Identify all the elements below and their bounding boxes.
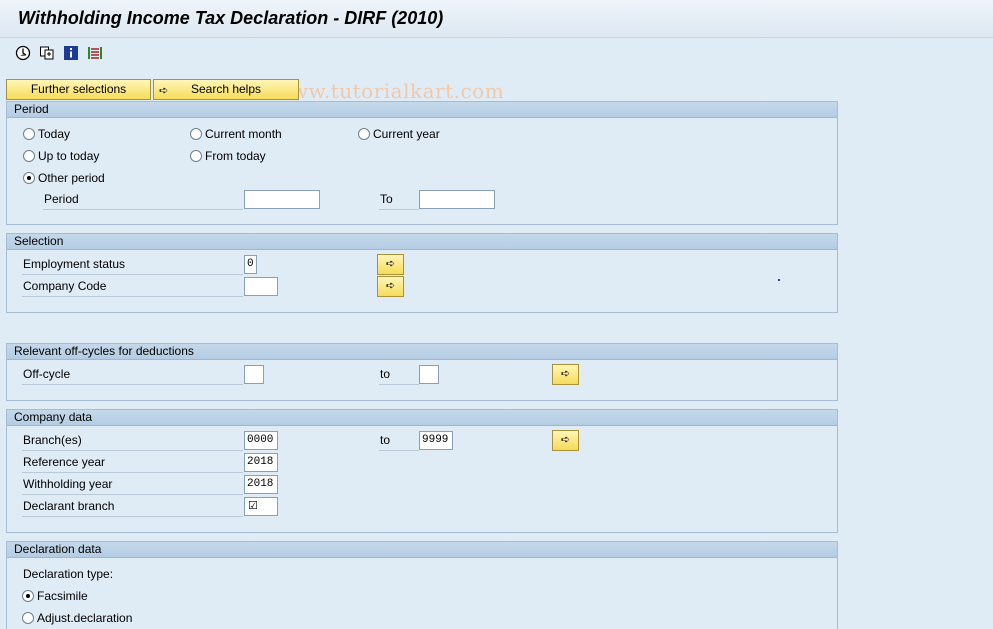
dot-marker	[778, 279, 780, 281]
offcycles-header: Relevant off-cycles for deductions	[7, 344, 837, 360]
radio-up-to-today-label: Up to today	[38, 149, 100, 163]
further-selections-label: Further selections	[30, 82, 127, 96]
radio-up-to-today[interactable]: Up to today	[23, 148, 99, 164]
period-from-input[interactable]	[244, 190, 320, 209]
info-icon[interactable]	[63, 45, 79, 61]
further-selections-button[interactable]: Further selections	[6, 79, 151, 100]
title-bar: Withholding Income Tax Declaration - DIR…	[0, 0, 993, 38]
branches-to-input[interactable]: 9999	[419, 431, 453, 450]
radio-today-label: Today	[38, 127, 71, 141]
employment-status-input[interactable]: 0	[244, 255, 257, 274]
period-to-input[interactable]	[419, 190, 495, 209]
arrow-right-icon: ➪	[560, 434, 571, 446]
arrow-right-icon: ➪	[385, 280, 396, 292]
radio-circle	[190, 128, 202, 140]
radio-adjust-declaration-label: Adjust.declaration	[37, 611, 133, 625]
selection-group: Selection Employment status 0 ➪ Company …	[6, 233, 838, 313]
radio-circle	[23, 128, 35, 140]
declarant-branch-label: Declarant branch	[22, 497, 243, 517]
branches-from-input[interactable]: 0000	[244, 431, 278, 450]
radio-circle-selected	[23, 172, 35, 184]
withholding-year-input[interactable]: 2018	[244, 475, 278, 494]
radio-from-today[interactable]: From today	[190, 148, 266, 164]
employment-status-label: Employment status	[22, 255, 243, 275]
reference-year-input[interactable]: 2018	[244, 453, 278, 472]
radio-facsimile-label: Facsimile	[37, 589, 88, 603]
execute-icon[interactable]	[15, 45, 31, 61]
variants-icon[interactable]	[39, 45, 55, 61]
period-group: Period Today Current month Current year …	[6, 101, 838, 225]
offcycle-multiple-selection-button[interactable]: ➪	[552, 364, 579, 385]
radio-other-period-label: Other period	[38, 171, 105, 185]
company-code-label: Company Code	[22, 277, 243, 297]
selection-header: Selection	[7, 234, 837, 250]
radio-current-month-label: Current month	[205, 127, 282, 141]
declaration-type-label: Declaration type:	[23, 567, 114, 581]
window-title: Withholding Income Tax Declaration - DIR…	[18, 8, 444, 28]
arrow-right-icon: ➪	[385, 258, 396, 270]
radio-facsimile[interactable]: Facsimile	[22, 588, 88, 604]
employment-status-multiple-selection-button[interactable]: ➪	[377, 254, 404, 275]
radio-today[interactable]: Today	[23, 126, 70, 142]
period-label: Period	[43, 190, 243, 210]
radio-current-year[interactable]: Current year	[358, 126, 440, 142]
branches-label: Branch(es)	[22, 431, 243, 451]
company-data-header: Company data	[7, 410, 837, 426]
application-toolbar: © www.tutorialkart.com	[0, 39, 993, 103]
arrow-right-icon: ➪	[560, 368, 571, 380]
radio-circle	[358, 128, 370, 140]
checkmark-icon: ☑	[248, 500, 258, 512]
offcycle-to-label: to	[379, 365, 419, 385]
branches-to-label: to	[379, 431, 419, 451]
declarant-branch-checkbox[interactable]: ☑	[244, 497, 278, 516]
radio-current-month[interactable]: Current month	[190, 126, 282, 142]
reference-year-label: Reference year	[22, 453, 243, 473]
radio-circle	[22, 612, 34, 624]
company-code-input[interactable]	[244, 277, 278, 296]
arrow-right-icon: ➪	[159, 85, 169, 97]
dynamic-selections-icon[interactable]	[87, 45, 103, 61]
offcycles-group: Relevant off-cycles for deductions Off-c…	[6, 343, 838, 401]
search-helps-label: Search helps	[190, 82, 262, 96]
branches-multiple-selection-button[interactable]: ➪	[552, 430, 579, 451]
radio-circle-selected	[22, 590, 34, 602]
offcycle-from-input[interactable]	[244, 365, 264, 384]
radio-circle	[190, 150, 202, 162]
radio-adjust-declaration[interactable]: Adjust.declaration	[22, 610, 132, 626]
radio-other-period[interactable]: Other period	[23, 170, 105, 186]
radio-circle	[23, 150, 35, 162]
period-to-label: To	[379, 190, 419, 210]
period-header: Period	[7, 102, 837, 118]
withholding-year-label: Withholding year	[22, 475, 243, 495]
company-code-multiple-selection-button[interactable]: ➪	[377, 276, 404, 297]
radio-current-year-label: Current year	[373, 127, 440, 141]
offcycle-to-input[interactable]	[419, 365, 439, 384]
declaration-data-group: Declaration data Declaration type: Facsi…	[6, 541, 838, 629]
company-data-group: Company data Branch(es) 0000 to 9999 ➪ R…	[6, 409, 838, 533]
offcycle-label: Off-cycle	[22, 365, 243, 385]
search-helps-button[interactable]: ➪ Search helps	[153, 79, 299, 100]
declaration-data-header: Declaration data	[7, 542, 837, 558]
radio-from-today-label: From today	[205, 149, 266, 163]
